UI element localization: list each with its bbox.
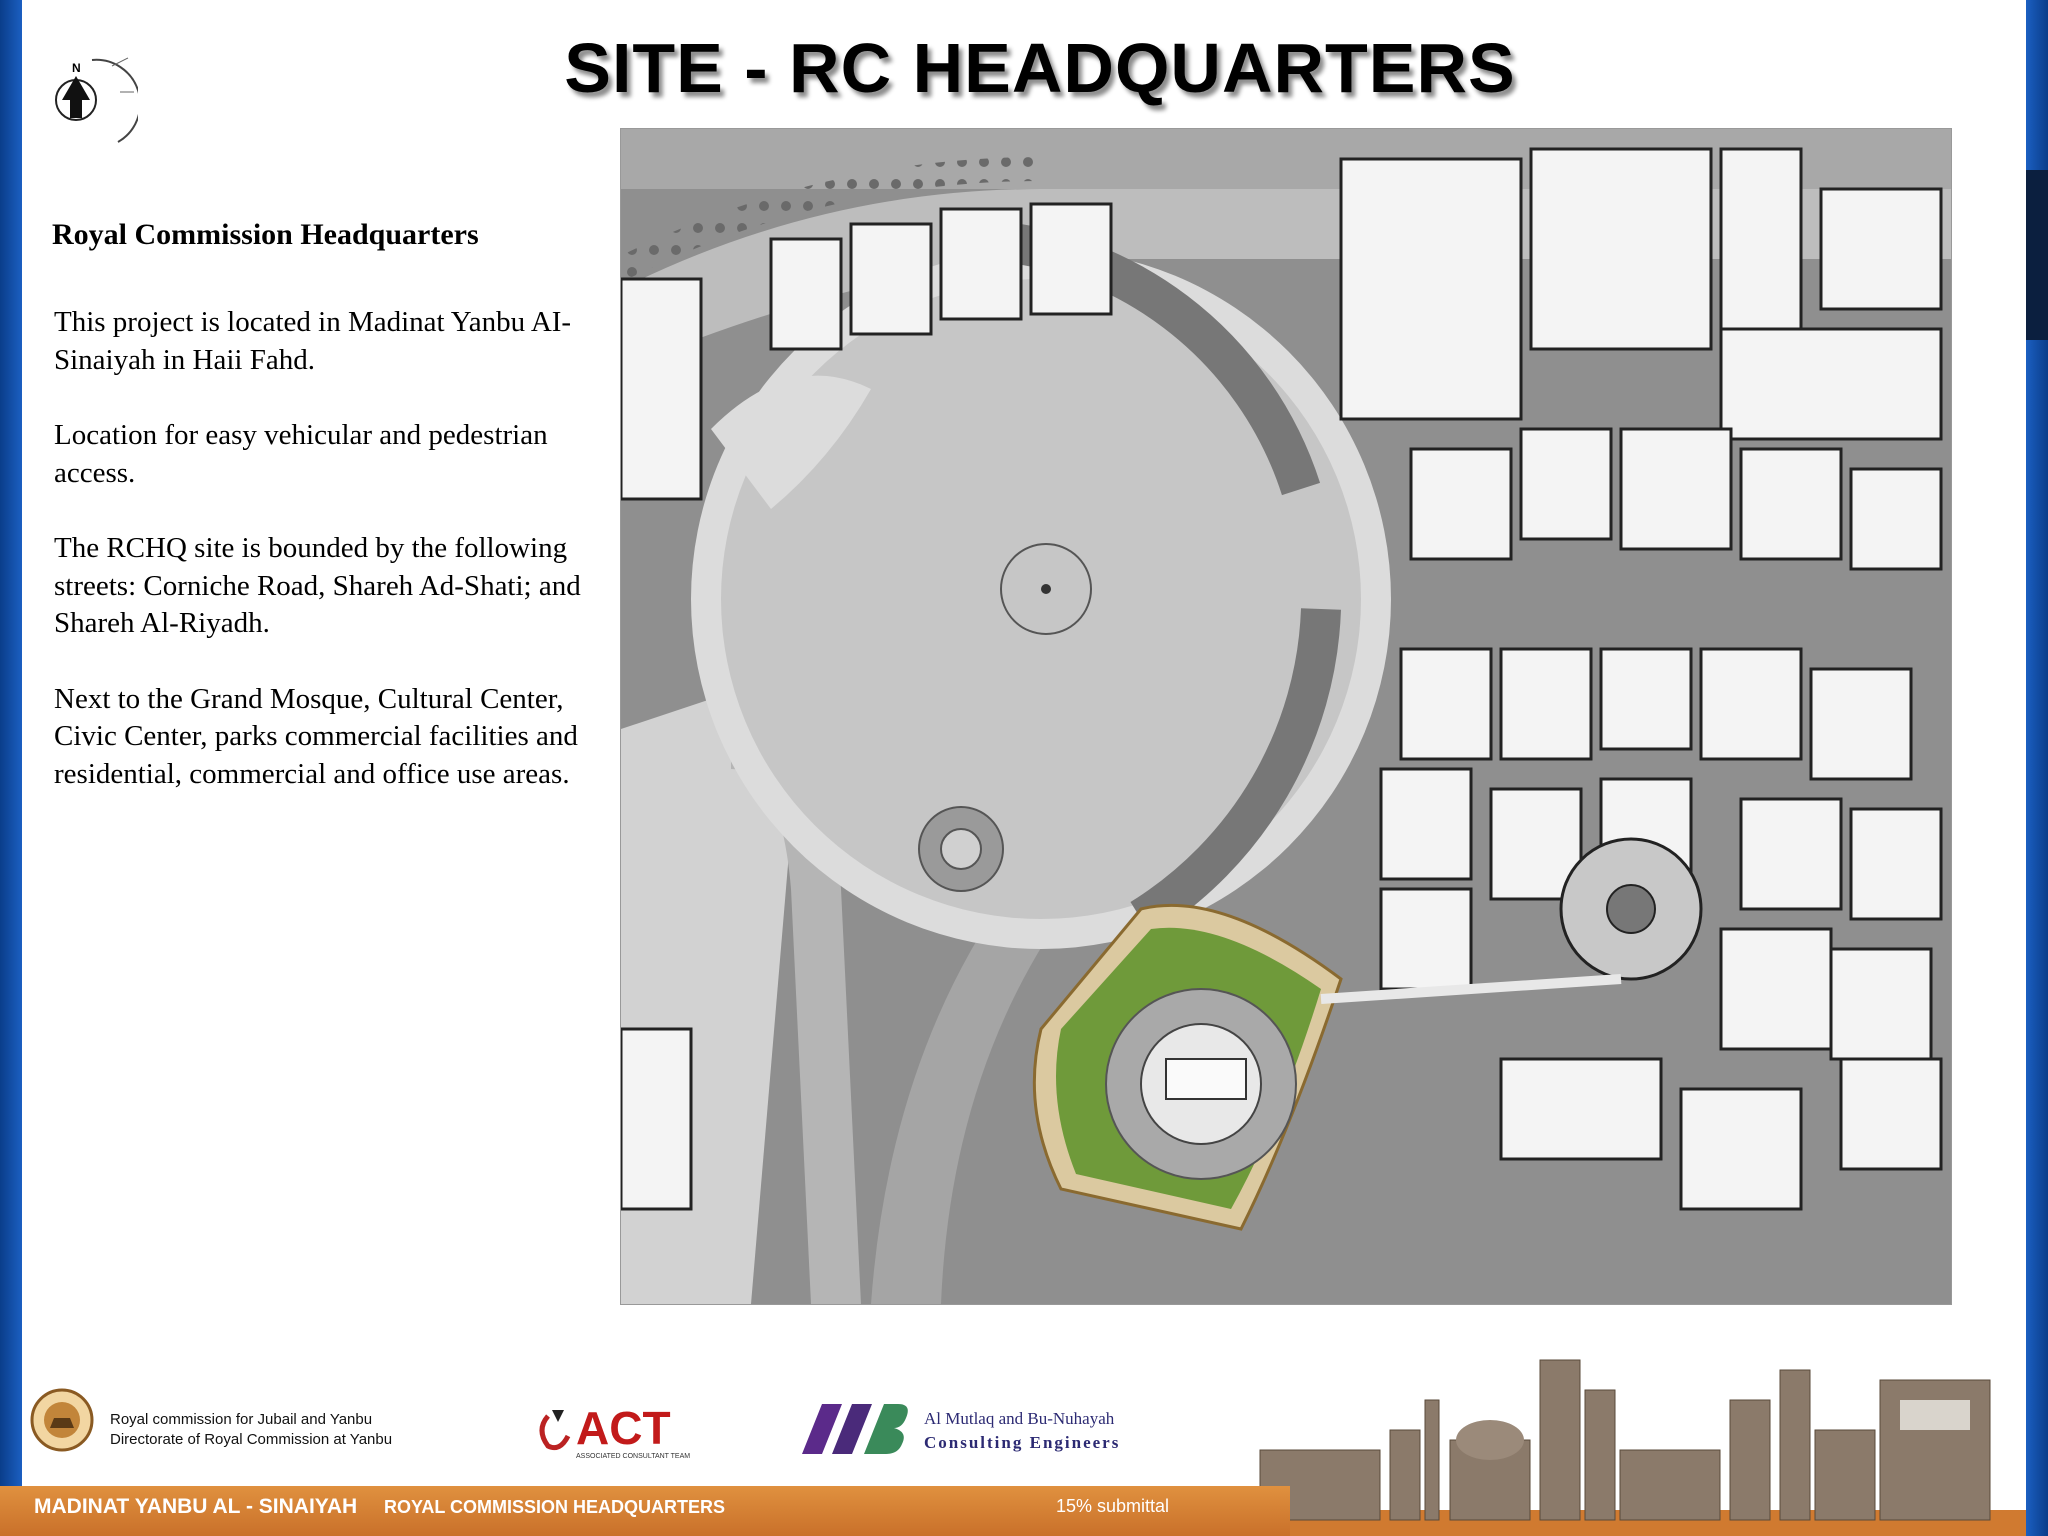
royal-commission-caption: Royal commission for Jubail and Yanbu Di… xyxy=(110,1410,392,1450)
mb-logo-icon xyxy=(802,1404,908,1454)
royal-commission-logo-icon xyxy=(30,1388,94,1452)
paragraph-location: This project is located in Madinat Yanbu… xyxy=(54,306,572,376)
footer-subject: ROYAL COMMISSION HEADQUARTERS xyxy=(384,1497,726,1517)
rc-line-1: Royal commission for Jubail and Yanbu xyxy=(110,1411,373,1428)
act-logo-icon: ACT ASSOCIATED CONSULTANT TEAM xyxy=(539,1402,690,1460)
slide-title: SITE - RC HEADQUARTERS xyxy=(564,29,1516,107)
act-name: ACT xyxy=(576,1402,671,1454)
mb-line-2: Consulting Engineers xyxy=(924,1433,1121,1452)
act-sub: ASSOCIATED CONSULTANT TEAM xyxy=(576,1453,690,1460)
site-plan-image xyxy=(620,128,1952,1305)
skyline-illustration xyxy=(1240,1359,2026,1536)
paragraph-access: Location for easy vehicular and pedestri… xyxy=(54,419,548,489)
rc-line-2: Directorate of Royal Commission at Yanbu xyxy=(110,1431,393,1448)
paragraph-neighbors: Next to the Grand Mosque, Cultural Cente… xyxy=(54,682,578,790)
section-heading: Royal Commission Headquarters xyxy=(52,218,479,251)
footer-status: 15% submittal xyxy=(1056,1496,1170,1516)
compass-label: N xyxy=(72,61,81,75)
description: This project is located in Madinat Yanbu… xyxy=(54,304,614,831)
side-tab xyxy=(2026,170,2048,340)
mb-caption: Al Mutlaq and Bu-Nuhayah Consulting Engi… xyxy=(924,1407,1120,1455)
paragraph-streets: The RCHQ site is bounded by the followin… xyxy=(54,532,581,639)
mb-line-1: Al Mutlaq and Bu-Nuhayah xyxy=(924,1409,1115,1428)
north-arrow-icon: N xyxy=(55,57,138,143)
footer-project: MADINAT YANBU AL - SINAIYAH xyxy=(34,1495,358,1518)
